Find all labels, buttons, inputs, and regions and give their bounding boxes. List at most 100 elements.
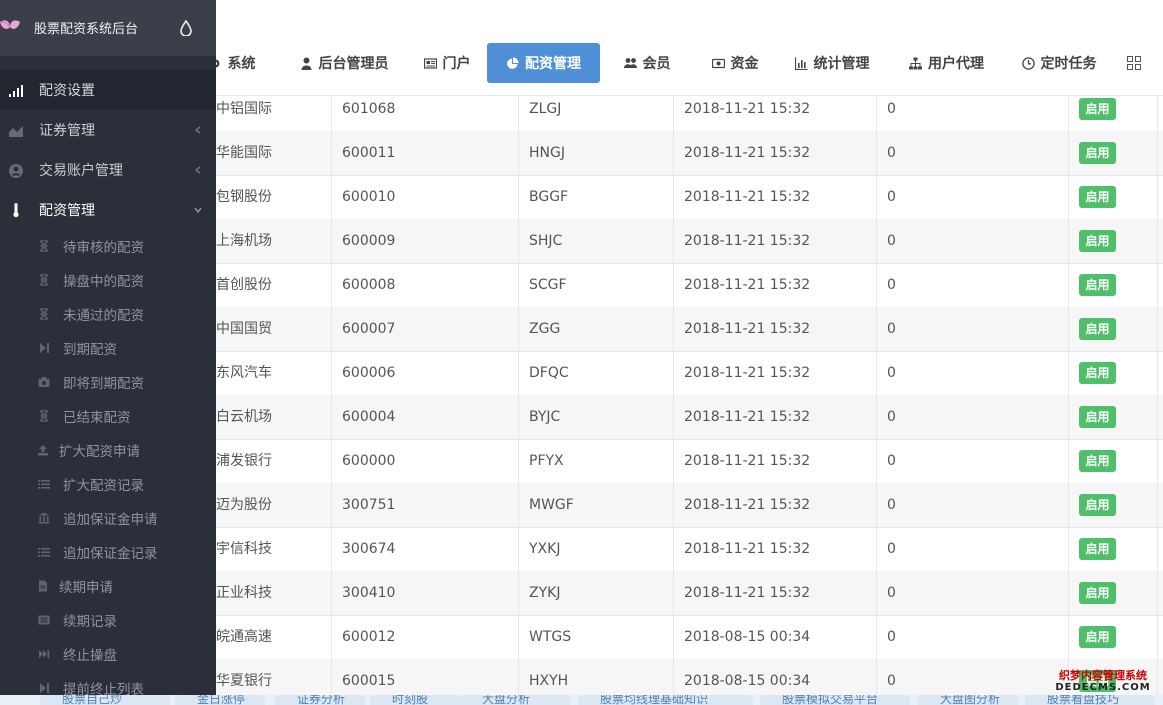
table-row: 迈为股份 300751 MWGF 2018-11-21 15:32 0 启用	[216, 483, 1163, 528]
sidebar-subitem[interactable]: 操盘中的配资	[0, 263, 216, 297]
bottom-tab[interactable]: 股票自己炒	[40, 695, 170, 705]
sidebar-item-peizi-management[interactable]: 配资管理	[0, 190, 216, 230]
hourglass-icon	[40, 308, 48, 320]
sidebar-subitem-label: 扩大配资申请	[59, 444, 140, 460]
table-row: 包钢股份 600010 BGGF 2018-11-21 15:32 0 启用	[216, 175, 1163, 220]
stock-name: 中国国贸	[216, 321, 272, 337]
bottom-tab[interactable]: 时刻股	[370, 695, 460, 705]
sidebar-subitem[interactable]: 续期申请	[0, 569, 216, 603]
grid-icon[interactable]	[1127, 56, 1141, 70]
sidebar-item-securities[interactable]: 证券管理	[0, 110, 216, 150]
bottom-tab[interactable]: 金日涨停	[175, 695, 265, 705]
watermark-line1: 织梦内容管理系统	[1059, 669, 1147, 682]
tab-label: 统计管理	[813, 56, 870, 72]
sidebar-subitem[interactable]: 续期记录	[0, 603, 216, 637]
stock-code: 600008	[342, 277, 396, 293]
created-time: 2018-11-21 15:32	[684, 453, 811, 469]
stock-code: 600004	[342, 409, 396, 425]
status-badge[interactable]: 启用	[1079, 582, 1116, 604]
stock-name: 包钢股份	[216, 189, 272, 205]
sidebar: 股票配资系统后台 配资设置 证券管理 交易账户管理 配资管理 待审核的配资 操盘…	[0, 0, 216, 705]
status-badge[interactable]: 启用	[1079, 274, 1116, 296]
bottom-tab[interactable]: 大盘分析	[460, 695, 570, 705]
count-value: 0	[887, 409, 896, 425]
watermark: 织梦内容管理系统 DEDECMS.COM	[1053, 670, 1153, 694]
bottom-tab[interactable]: 证券分析	[275, 695, 365, 705]
created-time: 2018-08-15 00:34	[684, 629, 811, 645]
stock-code: 600006	[342, 365, 396, 381]
status-badge[interactable]: 启用	[1079, 538, 1116, 560]
drop-icon[interactable]	[180, 20, 192, 36]
list-alt-icon	[38, 615, 50, 625]
count-value: 0	[887, 321, 896, 337]
status-badge[interactable]: 启用	[1079, 362, 1116, 384]
status-badge[interactable]: 启用	[1079, 626, 1116, 648]
tab-8[interactable]: 用户代理	[903, 43, 990, 83]
status-badge[interactable]: 启用	[1079, 98, 1116, 120]
clock-icon	[1021, 56, 1035, 70]
sidebar-subitem-label: 追加保证金记录	[63, 546, 158, 562]
sidebar-subitem[interactable]: 待审核的配资	[0, 229, 216, 263]
stock-abbr: BGGF	[529, 189, 569, 205]
fast-forward-icon	[39, 650, 50, 658]
bottom-tab[interactable]: 股票看盘技巧	[1025, 695, 1155, 705]
tab-label: 门户	[442, 56, 471, 72]
sidebar-subitem[interactable]: 到期配资	[0, 331, 216, 365]
tab-5[interactable]: 会员	[617, 43, 677, 83]
bottom-tab-label: 股票均线理基础知识	[600, 695, 709, 705]
tab-2[interactable]: 后台管理员	[290, 43, 398, 83]
status-badge[interactable]: 启用	[1079, 230, 1116, 252]
bottom-tab[interactable]: 股票模拟交易平台	[760, 695, 910, 705]
watermark-line2: DEDECMS.COM	[1055, 682, 1151, 693]
step-forward-icon	[40, 343, 49, 353]
stock-code: 600007	[342, 321, 396, 337]
sidebar-subitem[interactable]: 扩大配资记录	[0, 467, 216, 501]
tab-3[interactable]: 门户	[416, 43, 478, 83]
tab-label: 资金	[730, 56, 759, 72]
stock-code: 300751	[342, 497, 396, 513]
tab-label: 会员	[642, 56, 671, 72]
bottom-tab[interactable]: 股票均线理基础知识	[578, 695, 753, 705]
count-value: 0	[887, 629, 896, 645]
newspaper-icon	[423, 57, 437, 69]
stock-abbr: SCGF	[529, 277, 567, 293]
sidebar-subitem[interactable]: 终止操盘	[0, 637, 216, 671]
status-badge[interactable]: 启用	[1079, 142, 1116, 164]
tab-7[interactable]: 统计管理	[786, 43, 878, 83]
users-icon	[623, 57, 637, 68]
brand-title: 股票配资系统后台	[34, 22, 139, 37]
bottom-tab-label: 大盘图分析	[940, 695, 1001, 705]
bottom-tab[interactable]: 大盘图分析	[918, 695, 1018, 705]
camera-icon	[38, 377, 50, 387]
table-row: 白云机场 600004 BYJC 2018-11-21 15:32 0 启用	[216, 395, 1163, 440]
bottom-tab-label: 股票自己炒	[62, 695, 123, 705]
sidebar-item-peizi-settings[interactable]: 配资设置	[0, 70, 216, 110]
stock-abbr: PFYX	[529, 453, 564, 469]
status-badge[interactable]: 启用	[1079, 450, 1116, 472]
sidebar-subitem[interactable]: 未通过的配资	[0, 297, 216, 331]
tab-6[interactable]: 资金	[702, 43, 768, 83]
status-badge[interactable]: 启用	[1079, 186, 1116, 208]
sidebar-subitem[interactable]: 追加保证金记录	[0, 535, 216, 569]
sidebar-subitem-label: 到期配资	[63, 342, 117, 358]
status-badge[interactable]: 启用	[1079, 406, 1116, 428]
stock-name: 皖通高速	[216, 629, 272, 645]
stock-abbr: BYJC	[529, 409, 561, 425]
tab-label: 定时任务	[1040, 56, 1097, 72]
tab-4[interactable]: 配资管理	[487, 43, 600, 83]
pie-chart-icon	[507, 57, 519, 69]
stock-code: 600000	[342, 453, 396, 469]
sidebar-subitem[interactable]: 已结束配资	[0, 399, 216, 433]
sidebar-item-trade-accounts[interactable]: 交易账户管理	[0, 150, 216, 190]
chevron-left-icon	[195, 126, 201, 134]
sidebar-subitem[interactable]: 追加保证金申请	[0, 501, 216, 535]
tab-9[interactable]: 定时任务	[1016, 43, 1102, 83]
sidebar-subitem[interactable]: 即将到期配资	[0, 365, 216, 399]
sidebar-subitem[interactable]: 扩大配资申请	[0, 433, 216, 467]
table-row: 华能国际 600011 HNGJ 2018-11-21 15:32 0 启用	[216, 131, 1163, 176]
stock-abbr: WTGS	[529, 629, 572, 645]
count-value: 0	[887, 585, 896, 601]
created-time: 2018-11-21 15:32	[684, 409, 811, 425]
status-badge[interactable]: 启用	[1079, 494, 1116, 516]
status-badge[interactable]: 启用	[1079, 318, 1116, 340]
